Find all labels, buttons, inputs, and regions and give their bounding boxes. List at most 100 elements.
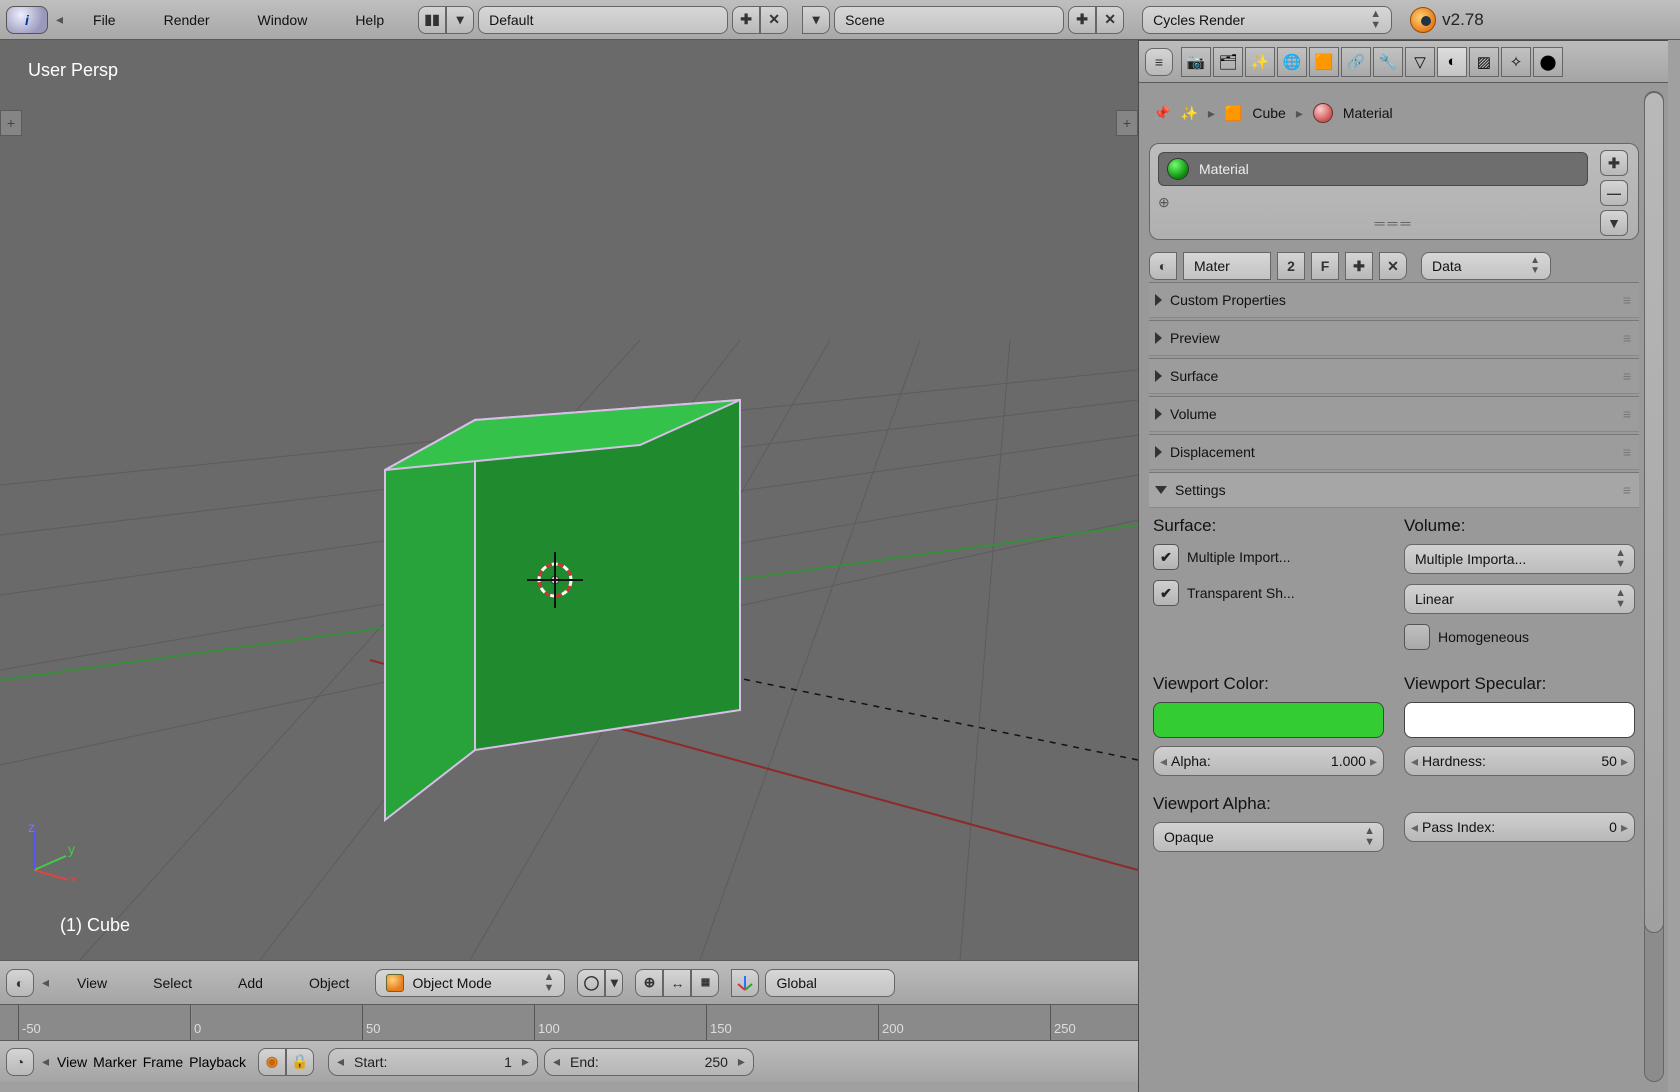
viewport-specular-well[interactable] [1404, 702, 1635, 738]
volume-sampling-dropdown[interactable]: Multiple Importa...▲▼ [1404, 544, 1635, 574]
viewport-color-label: Viewport Color: [1153, 674, 1384, 694]
tab-constraints[interactable]: 🔗 [1341, 47, 1371, 77]
panel-surface[interactable]: Surface≡ [1149, 358, 1639, 394]
material-users-button[interactable]: 2 [1277, 252, 1305, 280]
panel-displacement[interactable]: Displacement≡ [1149, 434, 1639, 470]
scene-name-field[interactable]: Scene [834, 6, 1064, 34]
mode-dropdown[interactable]: Object Mode ▲▼ [375, 969, 565, 997]
breadcrumb-material[interactable]: Material [1343, 105, 1393, 121]
viewport-alpha-dropdown[interactable]: Opaque▲▼ [1153, 822, 1384, 852]
material-slot[interactable]: Material [1158, 152, 1588, 186]
decrement-icon[interactable]: ◂ [333, 1053, 348, 1070]
scene-add-button[interactable]: ✚ [1068, 6, 1096, 34]
material-name-field[interactable]: Mater [1183, 252, 1271, 280]
3d-viewport[interactable]: + + User Persp [0, 40, 1138, 960]
timeline-view-menu[interactable]: View [57, 1054, 87, 1070]
material-new-button[interactable]: ✚ [1345, 252, 1373, 280]
end-frame-field[interactable]: ◂ End: 250 ▸ [544, 1048, 754, 1076]
layers-button[interactable]: ▦ [691, 969, 719, 997]
homogeneous-row[interactable]: Homogeneous [1404, 624, 1635, 650]
increment-icon[interactable]: ▸ [734, 1053, 749, 1070]
menu-file[interactable]: File [71, 0, 138, 40]
alpha-field[interactable]: ◂Alpha:1.000▸ [1153, 746, 1384, 776]
tab-material[interactable]: ◐ [1437, 47, 1467, 77]
panel-custom-properties[interactable]: Custom Properties≡ [1149, 282, 1639, 318]
layout-add-button[interactable]: ✚ [732, 6, 760, 34]
lock-button[interactable]: 🔒 [286, 1048, 314, 1076]
select-menu[interactable]: Select [133, 975, 212, 991]
tab-scene[interactable]: ✨ [1245, 47, 1275, 77]
start-frame-field[interactable]: ◂ Start: 1 ▸ [328, 1048, 538, 1076]
panel-settings[interactable]: Settings≡ [1149, 472, 1639, 508]
manipulator-button[interactable]: ↔ [663, 969, 691, 997]
info-editor-icon[interactable]: i [6, 6, 48, 34]
editor-type-timeline-icon[interactable]: ◔ [6, 1048, 34, 1076]
homogeneous-label: Homogeneous [1438, 629, 1529, 645]
properties-panel: ≡ 📷 🗂 ✨ 🌐 🟧 🔗 🔧 ▽ ◐ ▨ ✧ ⬤ 📌 ✨ ▸ 🟧 Cube ▸… [1138, 40, 1668, 1092]
viewport-color-well[interactable] [1153, 702, 1384, 738]
add-menu[interactable]: Add [218, 975, 283, 991]
chevron-updown-icon: ▲▼ [1370, 9, 1381, 31]
tab-render-layers[interactable]: 🗂 [1213, 47, 1243, 77]
breadcrumb-object[interactable]: Cube [1252, 105, 1285, 121]
increment-icon[interactable]: ▸ [518, 1053, 533, 1070]
material-unlink-button[interactable]: ✕ [1379, 252, 1407, 280]
tab-modifiers[interactable]: 🔧 [1373, 47, 1403, 77]
pin-icon[interactable]: 📌 [1153, 105, 1170, 122]
hardness-field[interactable]: ◂Hardness:50▸ [1404, 746, 1635, 776]
scrollbar-thumb[interactable] [1644, 92, 1664, 933]
decrement-icon[interactable]: ◂ [549, 1053, 564, 1070]
properties-scrollbar[interactable] [1644, 91, 1664, 1082]
screen-layout-field[interactable]: Default [478, 6, 728, 34]
pass-index-field[interactable]: ◂Pass Index:0▸ [1404, 812, 1635, 842]
render-engine-dropdown[interactable]: Cycles Render ▲▼ [1142, 6, 1392, 34]
slot-specials-button[interactable]: ▼ [1600, 210, 1628, 236]
cube-object [385, 400, 740, 820]
new-material-slot-icon[interactable]: ⊕ [1158, 194, 1170, 211]
editor-type-properties-icon[interactable]: ≡ [1145, 48, 1173, 76]
menu-render[interactable]: Render [142, 0, 232, 40]
volume-interp-dropdown[interactable]: Linear▲▼ [1404, 584, 1635, 614]
surface-section-label: Surface: [1153, 516, 1384, 536]
menu-help[interactable]: Help [333, 0, 406, 40]
tab-render[interactable]: 📷 [1181, 47, 1211, 77]
slot-add-button[interactable]: ✚ [1600, 150, 1628, 176]
pivot-button[interactable]: ⊕ [635, 969, 663, 997]
slot-remove-button[interactable]: — [1600, 180, 1628, 206]
mis-checkbox-row[interactable]: ✔Multiple Import... [1153, 544, 1384, 570]
panel-preview[interactable]: Preview≡ [1149, 320, 1639, 356]
list-resize-handle[interactable]: ═══ [1158, 215, 1630, 231]
scene-browse-button[interactable]: ▾ [802, 6, 830, 34]
transform-orientation-icon[interactable] [731, 969, 759, 997]
editor-type-3dview-icon[interactable]: ◐ [6, 969, 34, 997]
layout-browse-button[interactable]: ▾ [446, 6, 474, 34]
timeline-frame-menu[interactable]: Frame [143, 1054, 183, 1070]
panel-volume[interactable]: Volume≡ [1149, 396, 1639, 432]
material-browse-button[interactable]: ◐ [1149, 252, 1177, 280]
fake-user-button[interactable]: F [1311, 252, 1339, 280]
tab-object[interactable]: 🟧 [1309, 47, 1339, 77]
timeline-playback-menu[interactable]: Playback [189, 1054, 246, 1070]
tab-physics[interactable]: ⬤ [1533, 47, 1563, 77]
object-menu[interactable]: Object [289, 975, 369, 991]
tab-world[interactable]: 🌐 [1277, 47, 1307, 77]
timeline-track[interactable]: -50 0 50 100 150 200 250 [0, 1004, 1138, 1040]
top-menu-bar: i ◂ File Render Window Help ▮▮ ▾ Default… [0, 0, 1680, 40]
material-link-dropdown[interactable]: Data ▲▼ [1421, 252, 1551, 280]
transparent-shadows-row[interactable]: ✔Transparent Sh... [1153, 580, 1384, 606]
tab-texture[interactable]: ▨ [1469, 47, 1499, 77]
svg-text:z: z [28, 822, 35, 835]
shading-dropdown[interactable]: ▾ [605, 969, 623, 997]
timeline-marker-menu[interactable]: Marker [93, 1054, 137, 1070]
link-label: Data [1432, 258, 1462, 274]
layout-remove-button[interactable]: ✕ [760, 6, 788, 34]
orientation-dropdown[interactable]: Global [765, 969, 895, 997]
tab-particles[interactable]: ✧ [1501, 47, 1531, 77]
layout-prev-button[interactable]: ▮▮ [418, 6, 446, 34]
shading-mode-button[interactable]: ◯ [577, 969, 605, 997]
menu-window[interactable]: Window [236, 0, 330, 40]
tab-data[interactable]: ▽ [1405, 47, 1435, 77]
view-menu[interactable]: View [57, 975, 127, 991]
scene-remove-button[interactable]: ✕ [1096, 6, 1124, 34]
auto-keyframe-button[interactable]: ◉ [258, 1048, 286, 1076]
